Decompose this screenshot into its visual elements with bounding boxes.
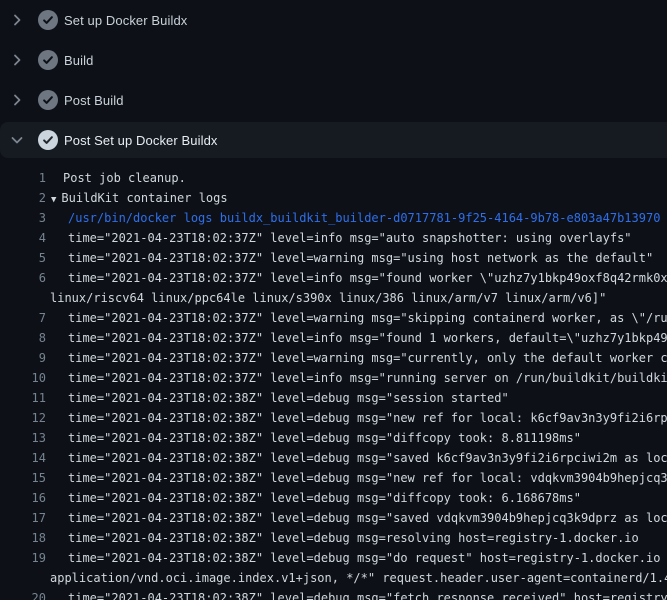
log-line-text: time="2021-04-23T18:02:37Z" level=info m…	[46, 368, 667, 388]
log-line-text: time="2021-04-23T18:02:38Z" level=debug …	[46, 448, 667, 468]
log-line: 3 /usr/bin/docker logs buildx_buildkit_b…	[0, 208, 667, 228]
log-line-text: time="2021-04-23T18:02:37Z" level=warnin…	[46, 348, 667, 368]
log-line: 2 ▼BuildKit container logs	[0, 188, 667, 208]
log-line-text: time="2021-04-23T18:02:37Z" level=warnin…	[46, 248, 653, 268]
step-title: Set up Docker Buildx	[64, 13, 187, 28]
line-number[interactable]: 6	[0, 268, 46, 288]
log-line-text: time="2021-04-23T18:02:37Z" level=info m…	[46, 228, 632, 248]
log-line: 5 time="2021-04-23T18:02:37Z" level=warn…	[0, 248, 667, 268]
log-line: 8 time="2021-04-23T18:02:37Z" level=info…	[0, 328, 667, 348]
log-line: 1 Post job cleanup.	[0, 168, 667, 188]
log-line: 20 time="2021-04-23T18:02:38Z" level=deb…	[0, 588, 667, 600]
check-circle-icon	[38, 10, 58, 30]
log-line: 11 time="2021-04-23T18:02:38Z" level=deb…	[0, 388, 667, 408]
log-line: 17 time="2021-04-23T18:02:38Z" level=deb…	[0, 508, 667, 528]
log-line-text: time="2021-04-23T18:02:38Z" level=debug …	[46, 408, 667, 428]
line-number[interactable]: 19	[0, 548, 46, 568]
line-number[interactable]: 16	[0, 488, 46, 508]
line-number[interactable]: 1	[0, 168, 46, 188]
line-number[interactable]: 15	[0, 468, 46, 488]
log-line-text: time="2021-04-23T18:02:38Z" level=debug …	[46, 388, 509, 408]
log-line: 15 time="2021-04-23T18:02:38Z" level=deb…	[0, 468, 667, 488]
step-title: Build	[64, 53, 93, 68]
step-header[interactable]: Post Set up Docker Buildx	[0, 122, 667, 158]
log-line-text: time="2021-04-23T18:02:38Z" level=debug …	[46, 528, 639, 548]
log-line: 4 time="2021-04-23T18:02:37Z" level=info…	[0, 228, 667, 248]
line-number[interactable]: 18	[0, 528, 46, 548]
log-line-text: time="2021-04-23T18:02:38Z" level=debug …	[46, 588, 667, 600]
log-line-text: time="2021-04-23T18:02:37Z" level=info m…	[46, 268, 667, 288]
step-header[interactable]: Set up Docker Buildx	[0, 0, 667, 40]
check-circle-icon	[38, 50, 58, 70]
log-line-text: time="2021-04-23T18:02:37Z" level=info m…	[46, 328, 667, 348]
step-title: Post Set up Docker Buildx	[64, 133, 218, 148]
line-number[interactable]: 12	[0, 408, 46, 428]
line-number[interactable]: 9	[0, 348, 46, 368]
log-line: 14 time="2021-04-23T18:02:38Z" level=deb…	[0, 448, 667, 468]
log-line: 6 time="2021-04-23T18:02:37Z" level=info…	[0, 268, 667, 288]
step-title: Post Build	[64, 93, 124, 108]
log-line-text: time="2021-04-23T18:02:38Z" level=debug …	[46, 428, 581, 448]
log-line-text: linux/riscv64 linux/ppc64le linux/s390x …	[0, 288, 606, 308]
log-line: 13 time="2021-04-23T18:02:38Z" level=deb…	[0, 428, 667, 448]
log-line-text: Post job cleanup.	[46, 168, 186, 188]
line-number[interactable]: 13	[0, 428, 46, 448]
line-number[interactable]: 2	[0, 188, 46, 208]
log-line: 9 time="2021-04-23T18:02:37Z" level=warn…	[0, 348, 667, 368]
line-number[interactable]: 20	[0, 588, 46, 600]
chevron-right-icon[interactable]	[9, 92, 25, 108]
log-line-text: application/vnd.oci.image.index.v1+json,…	[0, 568, 667, 588]
line-number[interactable]: 10	[0, 368, 46, 388]
check-circle-icon	[38, 90, 58, 110]
step-list: Set up Docker Buildx Build	[0, 0, 667, 158]
log-line-text: time="2021-04-23T18:02:37Z" level=warnin…	[46, 308, 667, 328]
log-line: 10 time="2021-04-23T18:02:37Z" level=inf…	[0, 368, 667, 388]
log-line-text: time="2021-04-23T18:02:38Z" level=debug …	[46, 548, 667, 568]
step-header[interactable]: Build	[0, 40, 667, 80]
chevron-down-icon[interactable]	[9, 132, 25, 148]
line-number[interactable]: 17	[0, 508, 46, 528]
line-number[interactable]: 5	[0, 248, 46, 268]
log-line: application/vnd.oci.image.index.v1+json,…	[0, 568, 667, 588]
log-line: 12 time="2021-04-23T18:02:38Z" level=deb…	[0, 408, 667, 428]
log-line: 16 time="2021-04-23T18:02:38Z" level=deb…	[0, 488, 667, 508]
actions-log-viewer: Set up Docker Buildx Build	[0, 0, 667, 600]
check-circle-icon	[38, 130, 58, 150]
step-header[interactable]: Post Build	[0, 80, 667, 120]
line-number[interactable]: 3	[0, 208, 46, 228]
log-line-text: ▼BuildKit container logs	[46, 188, 228, 208]
line-number[interactable]: 4	[0, 228, 46, 248]
log-line: 19 time="2021-04-23T18:02:38Z" level=deb…	[0, 548, 667, 568]
log-area: 1 Post job cleanup. 2 ▼BuildKit containe…	[0, 160, 667, 600]
chevron-right-icon[interactable]	[9, 12, 25, 28]
log-line-text: /usr/bin/docker logs buildx_buildkit_bui…	[46, 208, 660, 228]
log-line: 7 time="2021-04-23T18:02:37Z" level=warn…	[0, 308, 667, 328]
collapse-triangle-icon[interactable]: ▼	[51, 195, 56, 205]
line-number[interactable]: 7	[0, 308, 46, 328]
line-number[interactable]: 11	[0, 388, 46, 408]
log-line: 18 time="2021-04-23T18:02:38Z" level=deb…	[0, 528, 667, 548]
log-line-text: time="2021-04-23T18:02:38Z" level=debug …	[46, 488, 581, 508]
log-line: linux/riscv64 linux/ppc64le linux/s390x …	[0, 288, 667, 308]
log-line-text: time="2021-04-23T18:02:38Z" level=debug …	[46, 468, 667, 488]
chevron-right-icon[interactable]	[9, 52, 25, 68]
line-number[interactable]: 8	[0, 328, 46, 348]
line-number[interactable]: 14	[0, 448, 46, 468]
log-line-text: time="2021-04-23T18:02:38Z" level=debug …	[46, 508, 667, 528]
